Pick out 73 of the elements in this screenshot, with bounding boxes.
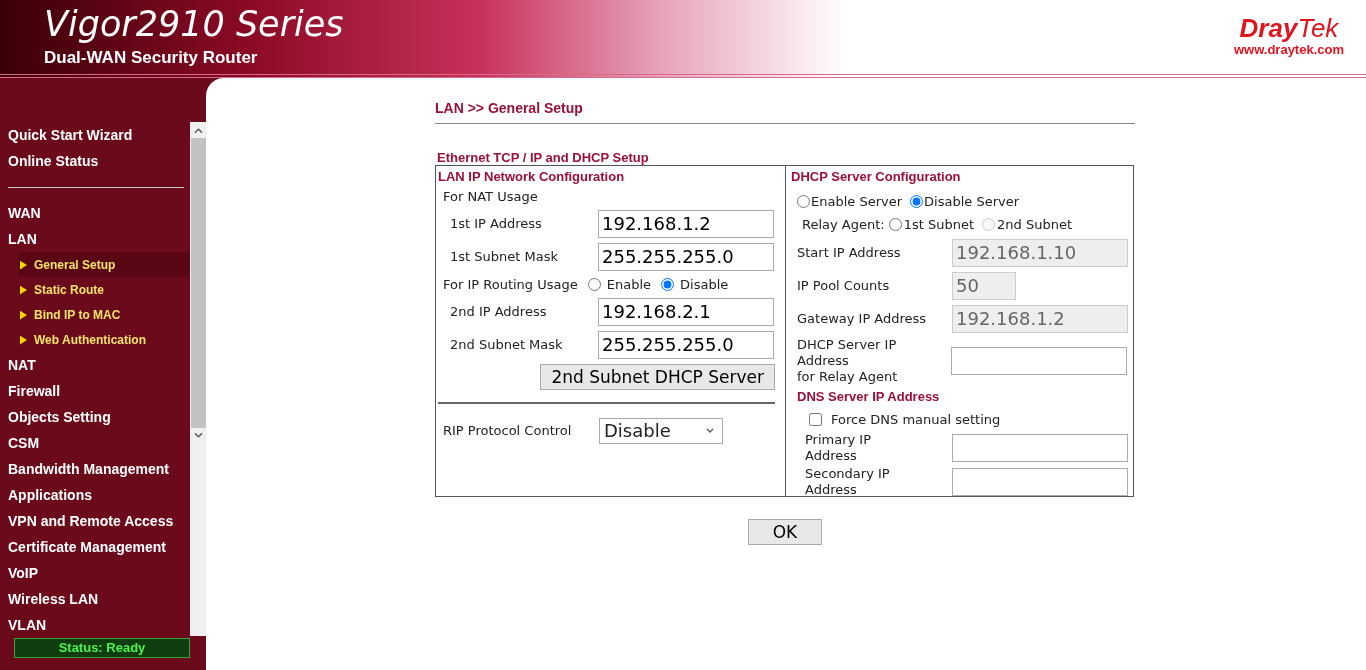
menu-item[interactable]: CSM [0,430,190,456]
menu-item[interactable]: WAN [0,200,190,226]
field-label: Secondary IP Address [805,466,891,498]
radio-label: Enable [606,276,651,292]
field-label: Start IP Address [796,245,902,260]
menu-item[interactable]: Wireless LAN [0,586,190,612]
triangle-icon [20,309,27,320]
status-bar: Status: Ready [14,638,190,658]
menu-item[interactable]: Firewall [0,378,190,404]
menu-item[interactable]: Objects Setting [0,404,190,430]
panel-heading: LAN IP Network Configuration [438,169,626,186]
submenu-item[interactable]: Web Authentication [18,327,190,352]
radio-button[interactable] [661,277,674,291]
checkbox[interactable] [809,412,822,426]
radio-label: Disable Server [924,193,1020,209]
submenu-item[interactable]: Static Route [18,277,190,302]
menu-item[interactable]: LAN [0,226,190,252]
scrollbar-thumb[interactable] [190,138,206,428]
radio-label: 2nd Subnet [997,216,1073,232]
triangle-icon [20,284,27,295]
triangle-icon [20,334,27,345]
section-title: Ethernet TCP / IP and DHCP Setup [436,150,650,165]
radio-button[interactable] [797,194,810,208]
field-label: 1st IP Address [449,216,543,231]
breadcrumb: LAN >> General Setup [435,100,584,118]
field-label: Primary IP Address [805,431,873,464]
input-field[interactable]: 192.168.2.1 [598,297,774,326]
product-title: Vigor2910 Series [44,4,344,44]
menu-item[interactable]: VoIP [0,560,190,586]
menu-item[interactable]: Quick Start Wizard [0,122,190,148]
field-label: 1st Subnet Mask [449,249,559,264]
menu-item[interactable]: Online Status [0,148,190,174]
menu-item[interactable]: NAT [0,352,190,378]
ok-button[interactable]: OK [748,519,822,545]
input-field[interactable]: 255.255.255.0 [598,242,774,271]
product-subtitle: Dual-WAN Security Router [44,48,259,68]
chevron-down-icon [706,428,714,433]
panel-heading: DHCP Server Configuration [791,169,962,186]
field-label: IP Pool Counts [796,278,891,293]
radio-label: Enable Server [811,193,903,209]
input-field[interactable]: 255.255.255.0 [598,330,774,359]
menu-item[interactable]: VPN and Remote Access [0,508,190,534]
radio-button[interactable] [888,217,902,231]
scrollbar[interactable] [190,122,206,636]
radio-label: Disable [680,276,729,292]
menu-item[interactable]: Bandwidth Management [0,456,190,482]
panel-heading: DNS Server IP Address [796,389,941,406]
field-label: 2nd IP Address [449,304,548,319]
submenu-item[interactable]: General Setup [18,252,190,277]
group-label: Relay Agent: [802,216,885,232]
menu-item[interactable]: Applications [0,482,190,508]
group-label: For IP Routing Usage [443,276,578,292]
field-label: 2nd Subnet Mask [449,337,564,352]
brand-logo: DrayTek [1238,14,1340,42]
radio-label: 1st Subnet [903,216,975,232]
triangle-icon [20,259,27,270]
field-label: Gateway IP Address [796,311,928,326]
input-field[interactable] [952,433,1128,462]
input-field[interactable] [952,468,1128,496]
group-label: For NAT Usage [442,188,539,206]
menu-item[interactable]: Certificate Management [0,534,190,560]
radio-button[interactable] [587,277,601,291]
checkbox-label: Force DNS manual setting [831,411,1001,427]
radio-button[interactable] [910,194,924,208]
field-label: RIP Protocol Control [442,423,573,438]
submenu-item[interactable]: Bind IP to MAC [18,302,190,327]
field-label: DHCP Server IP Address for Relay Agent [796,337,899,385]
dhcp-server-button[interactable]: 2nd Subnet DHCP Server [540,364,775,390]
input-field[interactable] [951,347,1127,375]
rip-select[interactable]: Disable [599,417,723,444]
menu-item[interactable]: VLAN [0,612,190,638]
brand-url: www.draytek.com [1233,42,1344,57]
input-field[interactable]: 192.168.1.2 [598,209,774,238]
